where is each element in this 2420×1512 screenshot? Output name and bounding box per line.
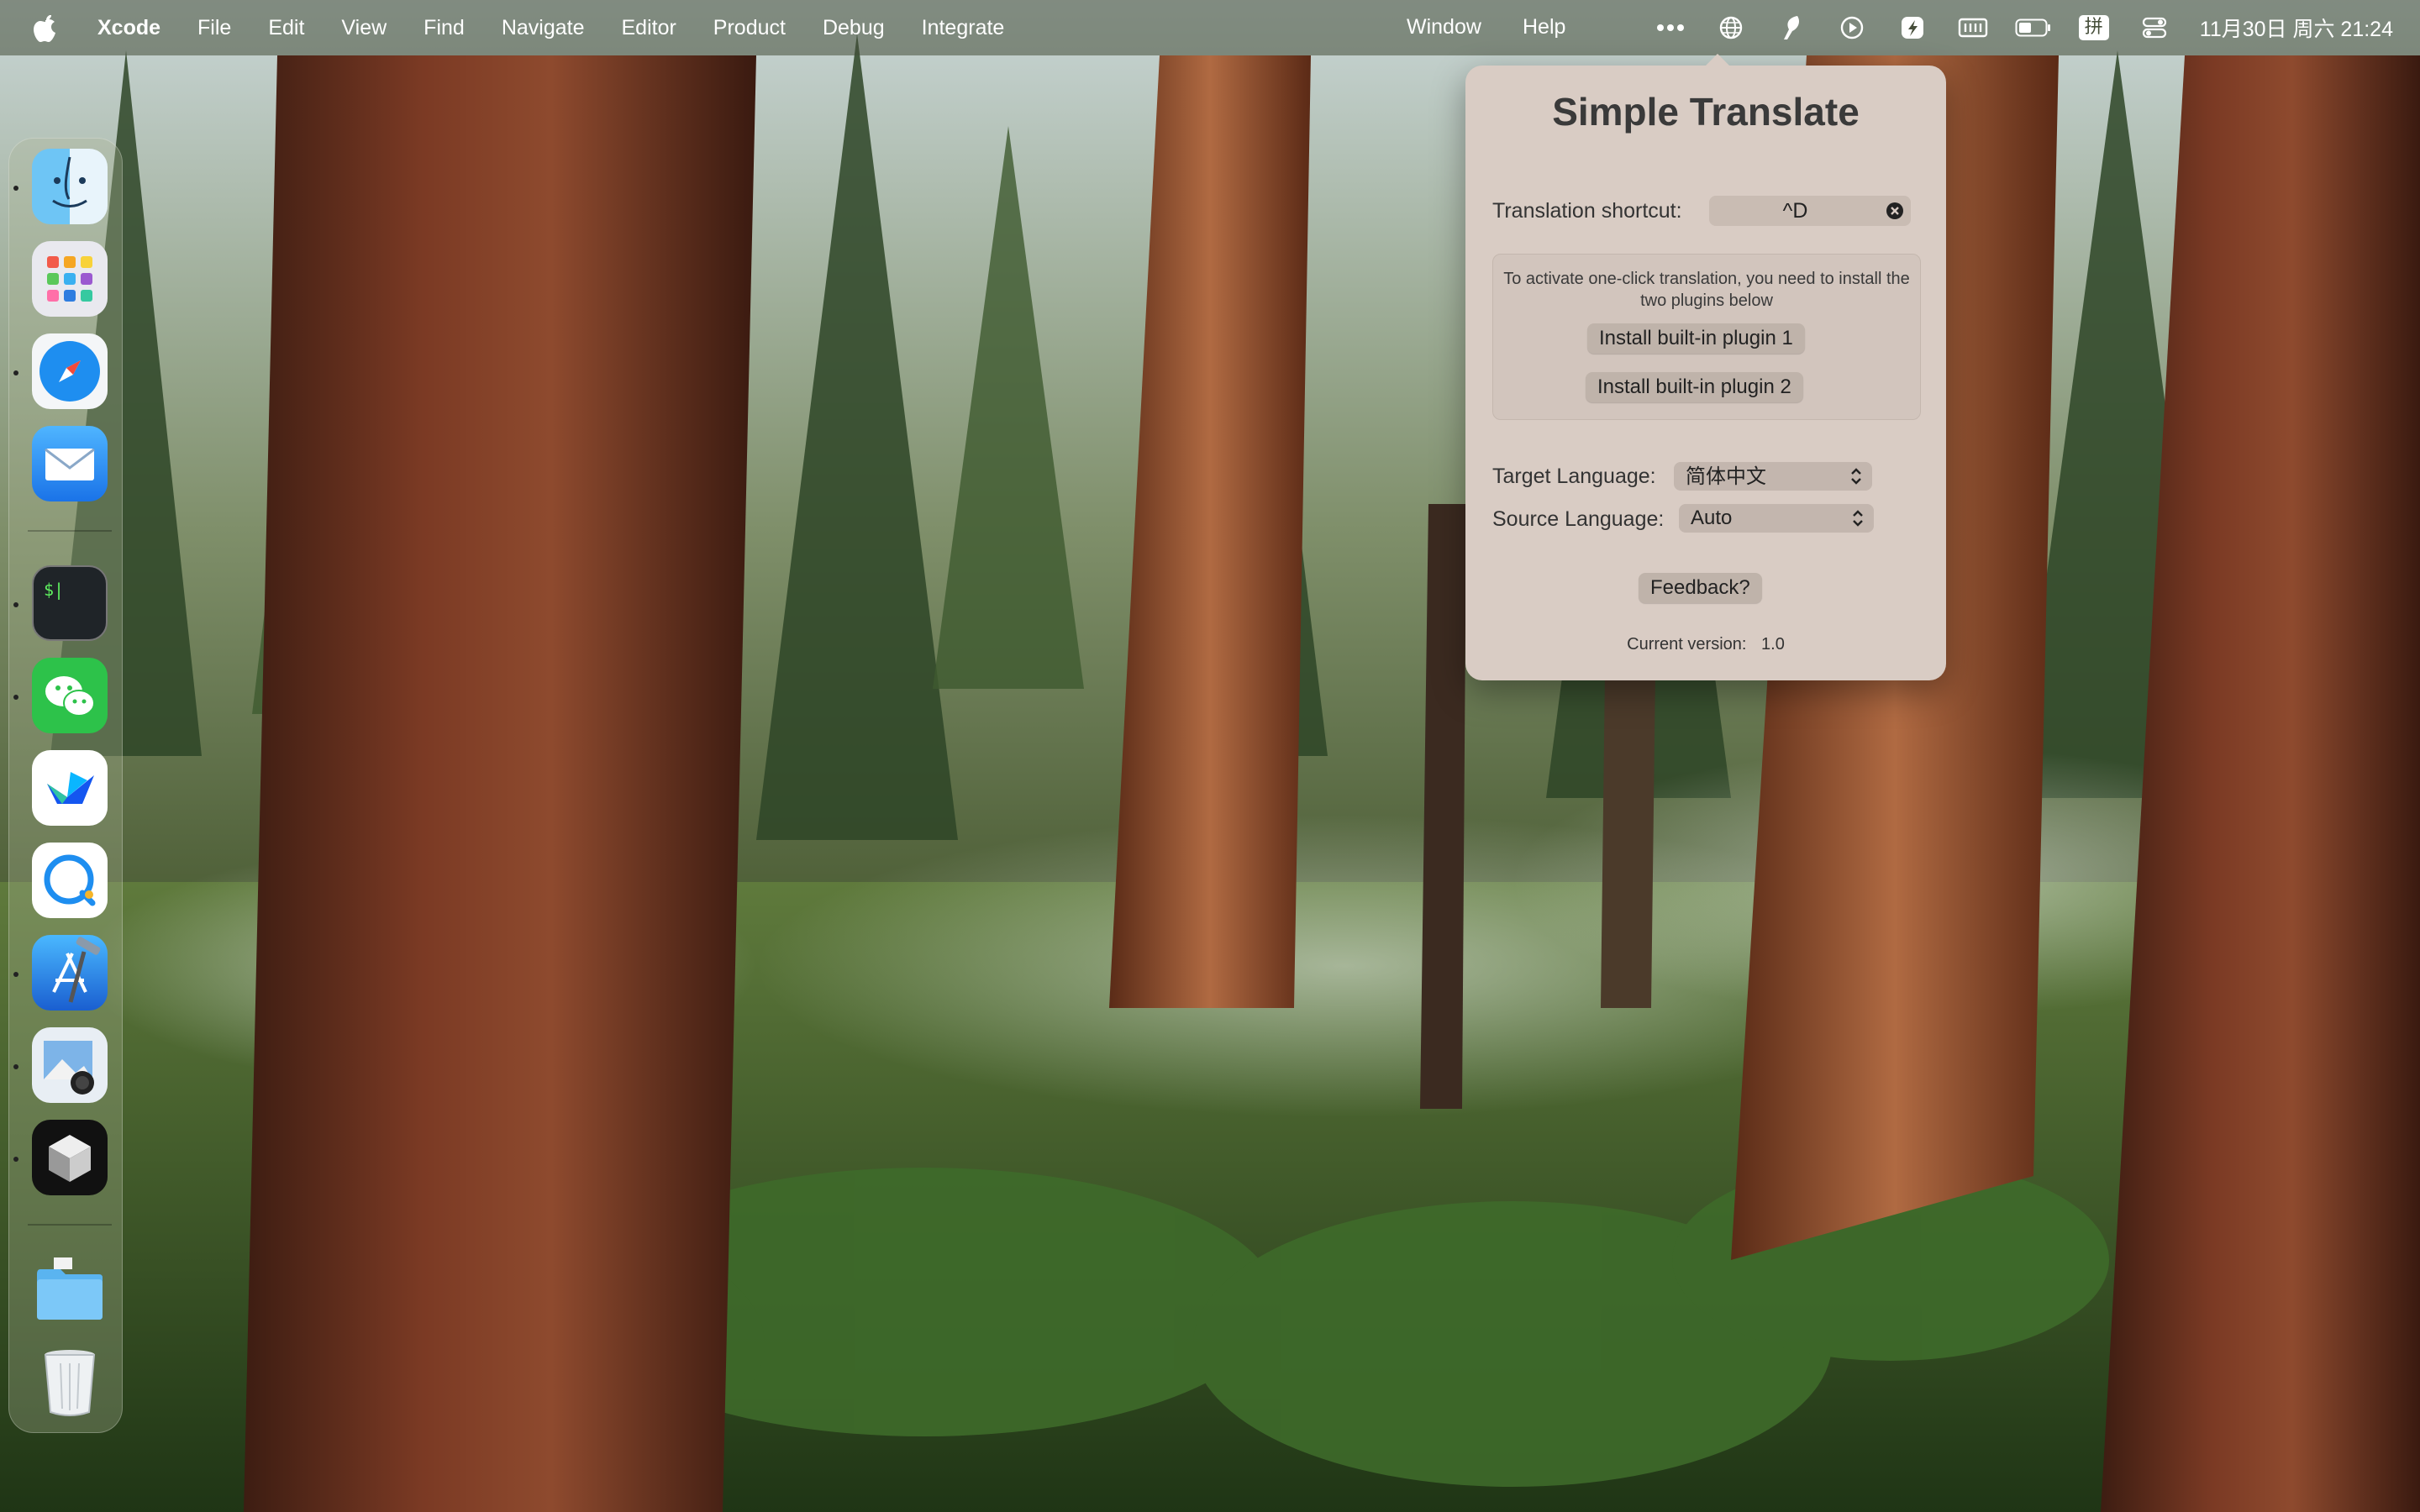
chevron-up-down-icon	[1849, 465, 1864, 487]
menu-navigate[interactable]: Navigate	[502, 16, 585, 40]
chat-icon	[44, 854, 96, 906]
install-plugin-2-button[interactable]: Install built-in plugin 2	[1586, 372, 1803, 402]
input-method-label: 拼	[2078, 15, 2109, 40]
menu-find[interactable]: Find	[424, 16, 465, 40]
menu-app-xcode[interactable]: Xcode	[97, 16, 160, 40]
dock-app-xcode[interactable]	[32, 935, 108, 1011]
dock-app-launchpad[interactable]	[32, 241, 108, 317]
plugin-note: To activate one-click translation, you n…	[1503, 270, 1910, 310]
version-value: 1.0	[1761, 635, 1785, 654]
dock-app-folder[interactable]	[32, 1251, 108, 1326]
chevron-up-down-icon	[1850, 507, 1865, 529]
dock-app-preview[interactable]	[32, 1027, 108, 1103]
version-label: Current version:	[1627, 635, 1747, 654]
popover-title: Simple Translate	[1552, 90, 1860, 134]
plugin-panel: To activate one-click translation, you n…	[1492, 254, 1921, 420]
script-icon[interactable]	[1894, 9, 1931, 46]
dock-running-dot	[13, 1157, 18, 1162]
dock-app-safari[interactable]	[32, 333, 108, 409]
dock-running-dot	[13, 695, 18, 700]
xcode-icon	[52, 937, 101, 1003]
dock-app-3d-viewer[interactable]	[32, 1120, 108, 1195]
target-language-select[interactable]: 简体中文	[1674, 462, 1872, 491]
feishu-icon	[47, 772, 94, 804]
mail-icon	[45, 448, 95, 480]
menu-debug[interactable]: Debug	[823, 16, 885, 40]
dock-running-dot	[13, 186, 18, 191]
dock-app-feishu[interactable]	[32, 750, 108, 826]
globe-icon[interactable]	[1712, 9, 1749, 46]
feather-icon[interactable]	[1773, 9, 1810, 46]
cube-icon	[49, 1135, 91, 1182]
more-icon[interactable]	[1652, 9, 1689, 46]
target-language-label: Target Language:	[1492, 465, 1656, 488]
preview-icon	[44, 1041, 94, 1095]
memory-icon[interactable]	[1954, 9, 1991, 46]
dock-separator	[28, 1224, 112, 1226]
popover-arrow	[1704, 54, 1731, 67]
feedback-button[interactable]: Feedback?	[1639, 573, 1762, 603]
dock-app-wechat[interactable]	[32, 658, 108, 733]
menu-product[interactable]: Product	[713, 16, 786, 40]
dock: $|	[8, 138, 123, 1433]
menu-help[interactable]: Help	[1523, 15, 1565, 39]
menu-window[interactable]: Window	[1407, 15, 1481, 39]
dock-app-trash[interactable]	[32, 1343, 108, 1419]
menu-editor[interactable]: Editor	[621, 16, 676, 40]
battery-icon[interactable]	[2015, 9, 2052, 46]
menu-bar: Xcode File Edit View Find Navigate Edito…	[0, 0, 2420, 55]
simple-translate-popover: Simple Translate Translation shortcut: ^…	[1465, 54, 1946, 680]
dock-app-chat[interactable]	[32, 843, 108, 918]
finder-icon	[52, 156, 87, 207]
version-info: Current version: 1.0	[1465, 635, 1946, 654]
menu-edit[interactable]: Edit	[268, 16, 304, 40]
dock-app-terminal[interactable]: $|	[32, 565, 108, 641]
folder-icon	[37, 1257, 103, 1320]
launchpad-icon	[47, 256, 92, 302]
menu-integrate[interactable]: Integrate	[922, 16, 1005, 40]
menu-view[interactable]: View	[341, 16, 387, 40]
dock-app-mail[interactable]	[32, 426, 108, 501]
install-plugin-1-button[interactable]: Install built-in plugin 1	[1587, 323, 1805, 354]
control-center-icon[interactable]	[2136, 9, 2173, 46]
clear-shortcut-icon[interactable]	[1886, 202, 1904, 220]
menubar-clock[interactable]: 11月30日 周六 21:24	[2200, 13, 2393, 43]
desktop-wallpaper	[0, 0, 2420, 1512]
dock-separator	[28, 530, 112, 532]
dock-app-finder[interactable]	[32, 149, 108, 224]
source-language-value: Auto	[1691, 507, 1733, 529]
dock-running-dot	[13, 602, 18, 607]
target-language-value: 简体中文	[1686, 465, 1766, 488]
input-method-icon[interactable]: 拼	[2075, 9, 2112, 46]
apple-menu-icon[interactable]	[29, 11, 62, 45]
source-language-label: Source Language:	[1492, 507, 1665, 531]
play-icon[interactable]	[1833, 9, 1870, 46]
trash-icon	[44, 1350, 96, 1416]
dock-running-dot	[13, 972, 18, 977]
terminal-icon: $|	[44, 580, 64, 600]
svg-text:$|: $|	[44, 580, 64, 600]
safari-icon	[39, 341, 100, 402]
source-language-select[interactable]: Auto	[1679, 504, 1874, 533]
dock-running-dot	[13, 1064, 18, 1069]
shortcut-value: ^D	[1782, 199, 1808, 223]
dock-running-dot	[13, 370, 18, 375]
shortcut-label: Translation shortcut:	[1492, 199, 1682, 223]
wechat-icon	[45, 676, 95, 717]
menu-file[interactable]: File	[197, 16, 231, 40]
shortcut-recorder[interactable]: ^D	[1709, 196, 1911, 226]
